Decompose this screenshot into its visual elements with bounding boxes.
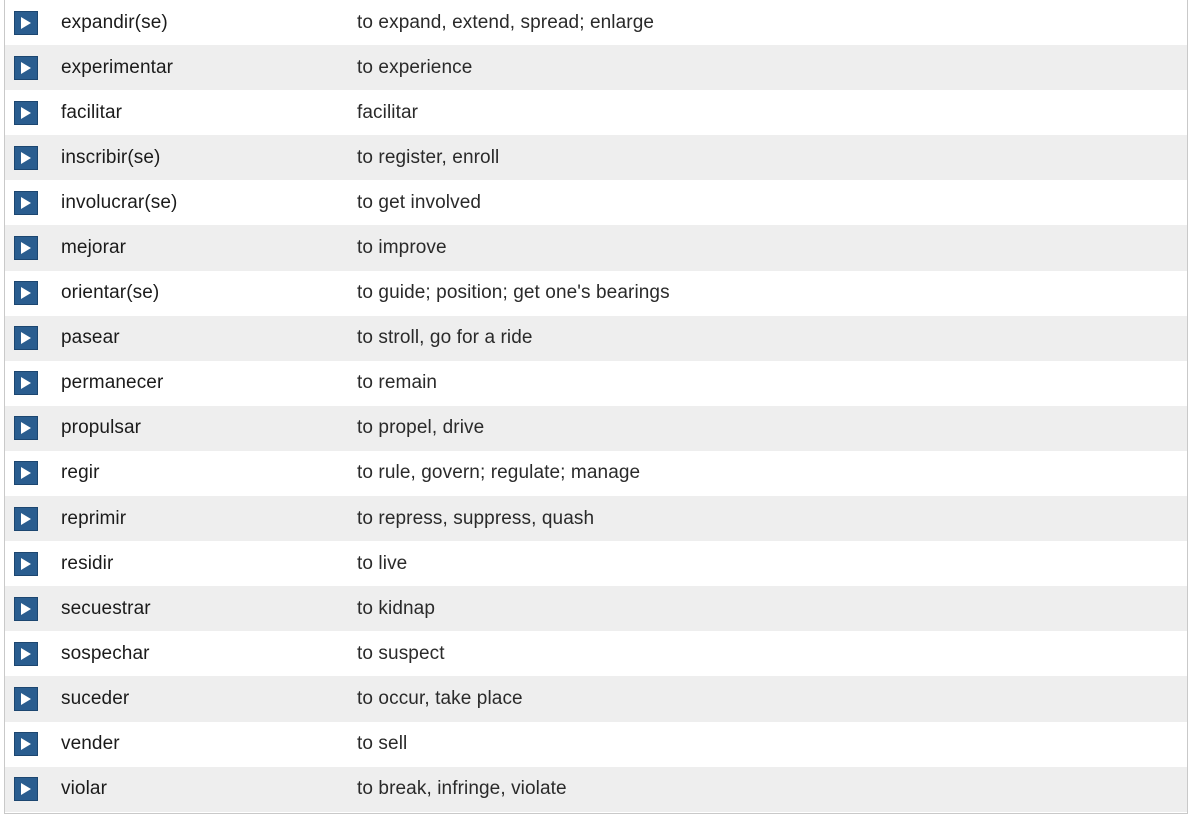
term: reprimir (61, 507, 127, 529)
table-row: permanecer to remain (5, 360, 1187, 406)
table-row: suceder to occur, take place (5, 676, 1187, 722)
term: involucrar(se) (61, 191, 178, 213)
term: experimentar (61, 56, 174, 78)
play-audio-button[interactable] (14, 686, 38, 711)
definition: to get involved (357, 191, 482, 213)
term: inscribir(se) (61, 146, 161, 168)
play-audio-button[interactable] (14, 732, 38, 757)
table-row: orientar(se) to guide; position; get one… (5, 270, 1187, 316)
play-icon (21, 242, 31, 255)
play-audio-button[interactable] (14, 190, 38, 215)
play-audio-button[interactable] (14, 55, 38, 80)
play-icon (21, 422, 31, 435)
table-row: mejorar to improve (5, 225, 1187, 271)
definition: to guide; position; get one's bearings (357, 282, 670, 304)
definition: to repress, suppress, quash (357, 507, 595, 529)
play-icon (21, 738, 31, 751)
play-icon (21, 61, 31, 74)
term: secuestrar (61, 597, 151, 619)
definition: to sell (357, 733, 408, 755)
play-audio-button[interactable] (14, 641, 38, 666)
term: regir (61, 462, 100, 484)
play-audio-button[interactable] (14, 551, 38, 576)
play-icon (21, 377, 31, 390)
table-row: sospechar to suspect (5, 631, 1187, 677)
table-row: violar to break, infringe, violate (5, 766, 1187, 812)
play-icon (21, 557, 31, 570)
term: sospechar (61, 642, 150, 664)
play-icon (21, 16, 31, 29)
table-row: inscribir(se) to register, enroll (5, 135, 1187, 181)
table-row: reprimir to repress, suppress, quash (5, 496, 1187, 542)
table-row: expandir(se) to expand, extend, spread; … (5, 0, 1187, 46)
play-audio-button[interactable] (14, 145, 38, 170)
definition: to kidnap (357, 597, 436, 619)
play-icon (21, 467, 31, 480)
table-row: experimentar to experience (5, 45, 1187, 91)
play-icon (21, 783, 31, 796)
term: expandir(se) (61, 11, 168, 33)
play-icon (21, 602, 31, 615)
definition: facilitar (357, 101, 419, 123)
definition: to experience (357, 56, 473, 78)
term: mejorar (61, 237, 127, 259)
definition: to occur, take place (357, 687, 523, 709)
table-row: propulsar to propel, drive (5, 405, 1187, 451)
play-icon (21, 647, 31, 660)
term: vender (61, 733, 120, 755)
table-row: pasear to stroll, go for a ride (5, 315, 1187, 361)
definition: to expand, extend, spread; enlarge (357, 11, 655, 33)
play-icon (21, 692, 31, 705)
term: permanecer (61, 372, 164, 394)
term: pasear (61, 327, 120, 349)
play-icon (21, 106, 31, 119)
play-audio-button[interactable] (14, 371, 38, 396)
play-audio-button[interactable] (14, 236, 38, 261)
play-audio-button[interactable] (14, 416, 38, 441)
term: suceder (61, 687, 130, 709)
table-row: vender to sell (5, 721, 1187, 767)
play-icon (21, 332, 31, 345)
term: violar (61, 778, 108, 800)
play-audio-button[interactable] (14, 777, 38, 802)
term: orientar(se) (61, 282, 160, 304)
play-audio-button[interactable] (14, 10, 38, 35)
definition: to stroll, go for a ride (357, 327, 533, 349)
term: residir (61, 552, 114, 574)
vocabulary-table: expandir(se) to expand, extend, spread; … (4, 0, 1188, 814)
play-icon (21, 512, 31, 525)
play-audio-button[interactable] (14, 596, 38, 621)
definition: to live (357, 552, 408, 574)
definition: to propel, drive (357, 417, 485, 439)
table-row: residir to live (5, 541, 1187, 587)
play-icon (21, 151, 31, 164)
play-audio-button[interactable] (14, 326, 38, 351)
table-row: involucrar(se) to get involved (5, 180, 1187, 226)
definition: to break, infringe, violate (357, 778, 567, 800)
definition: to improve (357, 237, 447, 259)
definition: to suspect (357, 642, 445, 664)
play-icon (21, 287, 31, 300)
term: facilitar (61, 101, 123, 123)
definition: to register, enroll (357, 146, 500, 168)
play-audio-button[interactable] (14, 100, 38, 125)
table-row: secuestrar to kidnap (5, 586, 1187, 632)
term: propulsar (61, 417, 142, 439)
definition: to remain (357, 372, 438, 394)
play-icon (21, 196, 31, 209)
table-row: facilitar facilitar (5, 90, 1187, 136)
table-row: regir to rule, govern; regulate; manage (5, 450, 1187, 497)
play-audio-button[interactable] (14, 506, 38, 531)
play-audio-button[interactable] (14, 461, 38, 486)
play-audio-button[interactable] (14, 281, 38, 306)
definition: to rule, govern; regulate; manage (357, 462, 641, 484)
